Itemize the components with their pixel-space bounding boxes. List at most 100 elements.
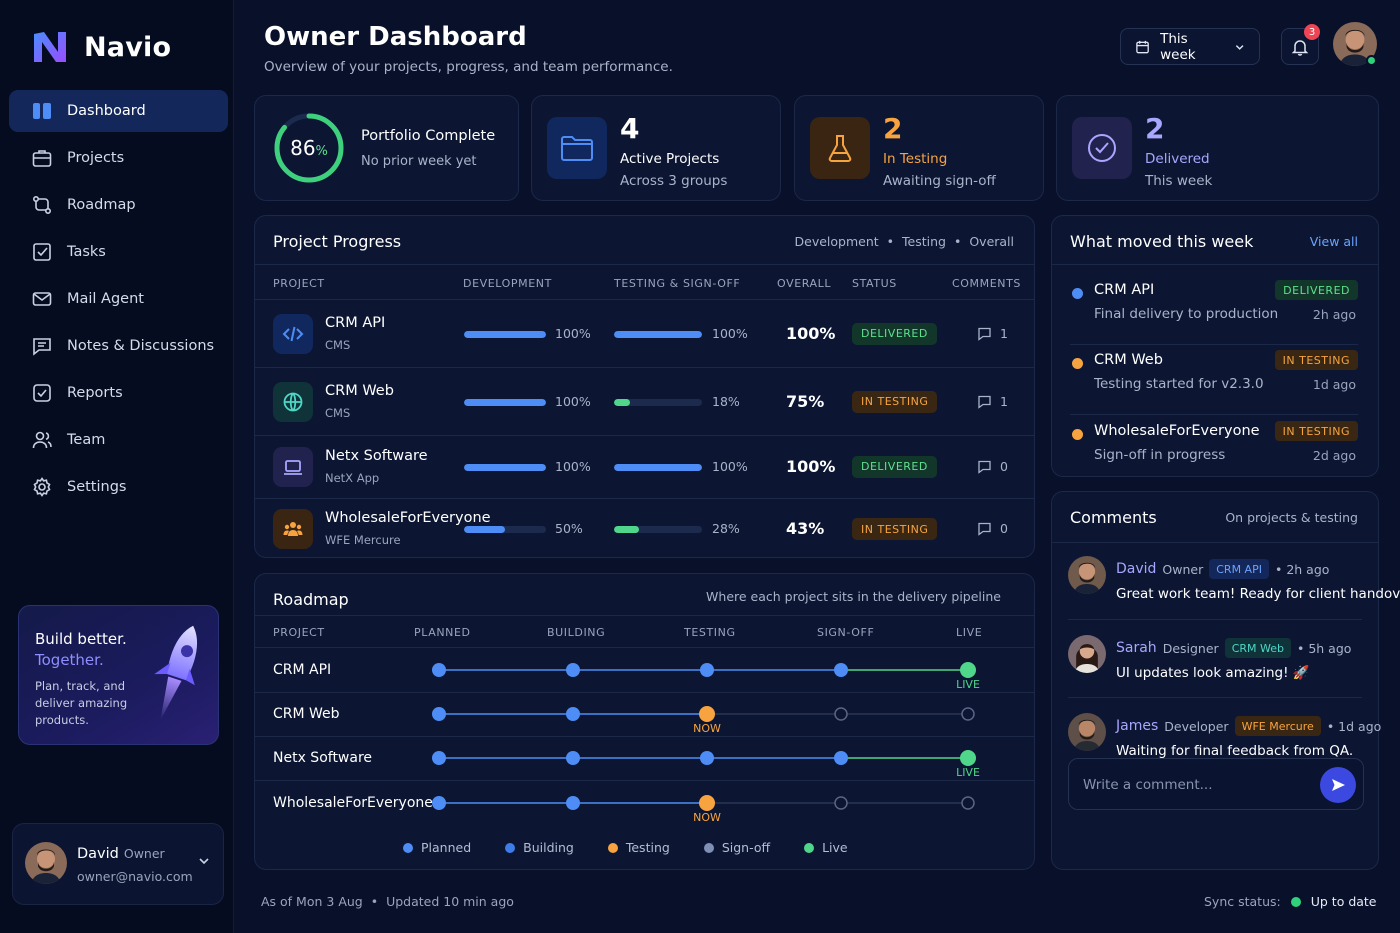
moved-item-desc: Final delivery to production — [1094, 306, 1279, 322]
sidebar-item-tasks[interactable]: Tasks — [9, 231, 228, 273]
kpi-sub: Across 3 groups — [620, 173, 728, 189]
pipeline-track: NOW — [432, 795, 975, 824]
folder-icon — [561, 136, 593, 161]
card-title: Comments — [1070, 508, 1157, 527]
comments-count[interactable]: 1 — [977, 394, 1008, 409]
pipeline-track: NOW — [432, 706, 975, 735]
testing-bar — [614, 330, 702, 338]
project-tag[interactable]: CRM API — [1209, 559, 1269, 579]
user-menu[interactable]: David Owner owner@navio.com — [12, 823, 224, 905]
date-range-label: This week — [1160, 30, 1196, 63]
legend-separator: • — [953, 234, 962, 249]
comment-input[interactable] — [1083, 773, 1313, 797]
comments-count[interactable]: 0 — [977, 459, 1008, 474]
comment-author[interactable]: Sarah — [1116, 640, 1157, 656]
send-button[interactable] — [1320, 767, 1356, 803]
stage-node-done — [432, 663, 446, 677]
comments-subtitle: On projects & testing — [1225, 510, 1358, 525]
moved-item[interactable]: WholesaleForEveryone Sign-off in progres… — [1070, 421, 1358, 481]
col-building: BUILDING — [547, 626, 606, 639]
comments-count[interactable]: 1 — [977, 326, 1008, 341]
table-row[interactable]: CRM Web CMS 100% 18% 75% IN TESTING 1 — [255, 368, 1034, 435]
sidebar-item-settings[interactable]: Settings — [9, 466, 228, 508]
user-email: owner@navio.com — [77, 869, 193, 884]
project-name: WholesaleForEveryone — [325, 510, 491, 526]
comment-author[interactable]: James — [1116, 718, 1158, 734]
overall-percent: 100% — [786, 456, 836, 476]
stage-marker-label: NOW — [693, 722, 721, 735]
footer-separator: • — [370, 894, 379, 909]
roadmap-row[interactable]: CRM Web NOW — [255, 692, 1034, 736]
col-project: PROJECT — [273, 277, 325, 290]
col-comments: COMMENTS — [952, 277, 1022, 290]
stage-node-done — [834, 663, 848, 677]
project-progress-card: Project Progress Development • Testing •… — [254, 215, 1035, 558]
stage-node-pending — [834, 796, 848, 810]
sidebar-item-notes[interactable]: Notes & Discussions — [9, 325, 228, 367]
portfolio-percent-value: 86 — [290, 136, 316, 160]
roadmap-legend: Planned Building Testing Sign-off Live — [403, 840, 848, 855]
brand-name: Navio — [84, 31, 172, 63]
bell-icon — [1291, 39, 1309, 56]
moved-item[interactable]: CRM Web Testing started for v2.3.0 IN TE… — [1070, 350, 1358, 410]
comment-icon — [978, 460, 991, 474]
project-name: Netx Software — [325, 447, 428, 464]
user-role: Owner — [123, 846, 165, 861]
table-row[interactable]: WholesaleForEveryone WFE Mercure 50% 28% 43%… — [255, 498, 1034, 560]
stage-marker-label: NOW — [693, 811, 721, 824]
sidebar-item-team[interactable]: Team — [9, 419, 228, 461]
development-bar — [464, 330, 546, 338]
moved-item-name: CRM API — [1094, 282, 1155, 298]
status-badge: IN TESTING — [1274, 350, 1358, 370]
moved-item[interactable]: CRM API Final delivery to production DEL… — [1070, 280, 1358, 340]
roadmap-row[interactable]: WholesaleForEveryone NOW — [255, 781, 1034, 825]
team-icon — [32, 431, 52, 449]
stage-node-done — [566, 663, 580, 677]
comments-count[interactable]: 0 — [977, 521, 1008, 536]
moved-item-desc: Testing started for v2.3.0 — [1094, 376, 1264, 392]
project-sub: WFE Mercure — [325, 533, 401, 547]
comment-author[interactable]: David — [1116, 561, 1156, 577]
status-badge: DELIVERED — [852, 455, 937, 478]
project-tag[interactable]: WFE Mercure — [1234, 716, 1321, 736]
development-percent: 50% — [555, 521, 583, 536]
sidebar-item-projects[interactable]: Projects — [9, 137, 228, 179]
kpi-delivered: 2 Delivered This week — [1056, 95, 1379, 201]
project-sub: CMS — [325, 405, 351, 420]
divider — [1052, 542, 1378, 543]
divider — [1052, 264, 1378, 265]
portfolio-percent-unit: % — [315, 144, 328, 159]
checkbox-icon — [33, 243, 51, 261]
status-dot — [1072, 429, 1083, 440]
stage-node-done — [566, 707, 580, 721]
table-row[interactable]: Netx Software NetX App 100% 100% 100% DELIVER… — [255, 435, 1034, 498]
brand-logo[interactable]: Navio — [30, 28, 171, 66]
legend-label: Planned — [421, 840, 472, 855]
kpi-in-testing: 2 In Testing Awaiting sign-off — [794, 95, 1044, 201]
testing-percent: 18% — [712, 393, 740, 409]
legend-live: Live — [804, 840, 848, 855]
kpi-label: Portfolio Complete — [361, 128, 496, 144]
sidebar-item-reports[interactable]: Reports — [9, 372, 228, 414]
col-signoff: SIGN-OFF — [817, 626, 875, 639]
col-development: DEVELOPMENT — [463, 277, 552, 290]
legend-separator: • — [886, 234, 895, 249]
moved-item-name: WholesaleForEveryone — [1094, 423, 1260, 439]
table-row[interactable]: CRM API CMS 100% 100% 100% DELIVERED 1 — [255, 300, 1034, 367]
kpi-icon-box — [1072, 117, 1132, 179]
sidebar-item-mail-agent[interactable]: Mail Agent — [9, 278, 228, 320]
view-all-link[interactable]: View all — [1310, 234, 1358, 249]
comments-card: Comments On projects & testing David Own… — [1051, 491, 1400, 870]
col-status: STATUS — [852, 277, 897, 290]
project-tag[interactable]: CRM Web — [1224, 638, 1291, 658]
chat-icon — [33, 338, 51, 356]
sidebar-item-roadmap[interactable]: Roadmap — [9, 184, 228, 226]
legend-testing: Testing — [607, 840, 670, 855]
development-bar — [464, 526, 546, 533]
roadmap-row[interactable]: CRM API LIVE — [255, 648, 1034, 692]
sidebar-item-label: Roadmap — [67, 197, 136, 213]
sidebar-item-dashboard[interactable]: Dashboard — [9, 90, 228, 132]
legend-building: Building — [505, 840, 574, 855]
roadmap-row[interactable]: Netx Software LIVE — [255, 736, 1034, 780]
date-range-dropdown[interactable]: This week — [1120, 28, 1260, 65]
